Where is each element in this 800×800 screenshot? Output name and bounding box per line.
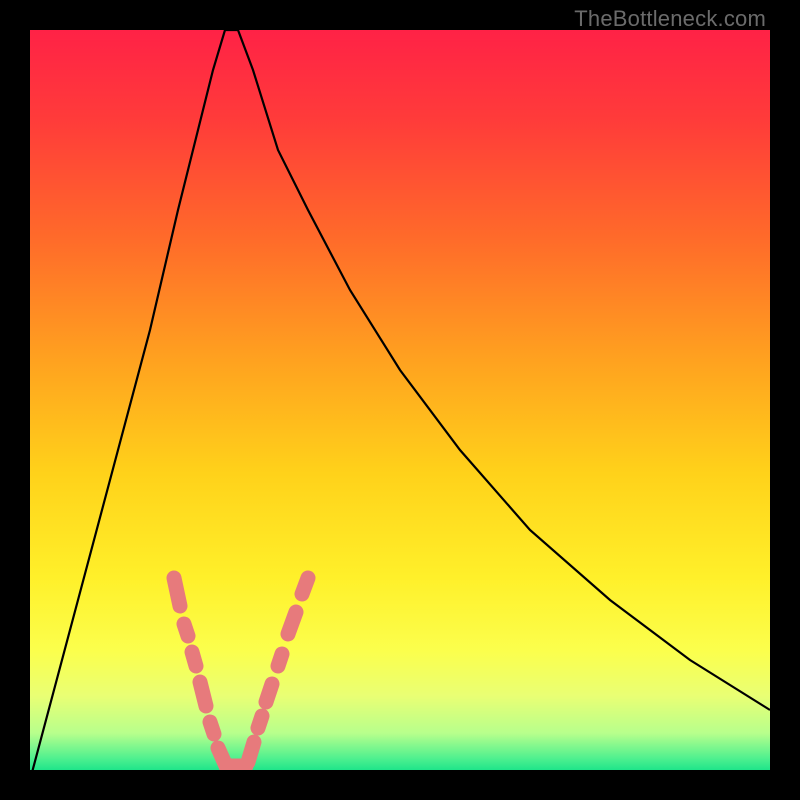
worm_right-segment: [278, 654, 282, 666]
chart-frame: TheBottleneck.com: [0, 0, 800, 800]
worm_right-segment: [258, 716, 262, 728]
worm_left-segment: [192, 652, 196, 666]
worm_right-segment: [288, 612, 296, 634]
worm_right-segment: [302, 578, 308, 594]
worm-overlay: [174, 578, 308, 766]
worm_left-segment: [200, 682, 206, 706]
worm_left-segment: [210, 722, 214, 734]
worm_right-segment: [266, 684, 272, 702]
plot-area: [30, 30, 770, 770]
worm_right-segment: [248, 742, 254, 762]
worm_left-segment: [184, 624, 188, 636]
curves-layer: [30, 30, 770, 770]
watermark-label: TheBottleneck.com: [574, 6, 766, 32]
bottleneck-curve: [30, 30, 770, 770]
worm_left-segment: [174, 578, 180, 606]
